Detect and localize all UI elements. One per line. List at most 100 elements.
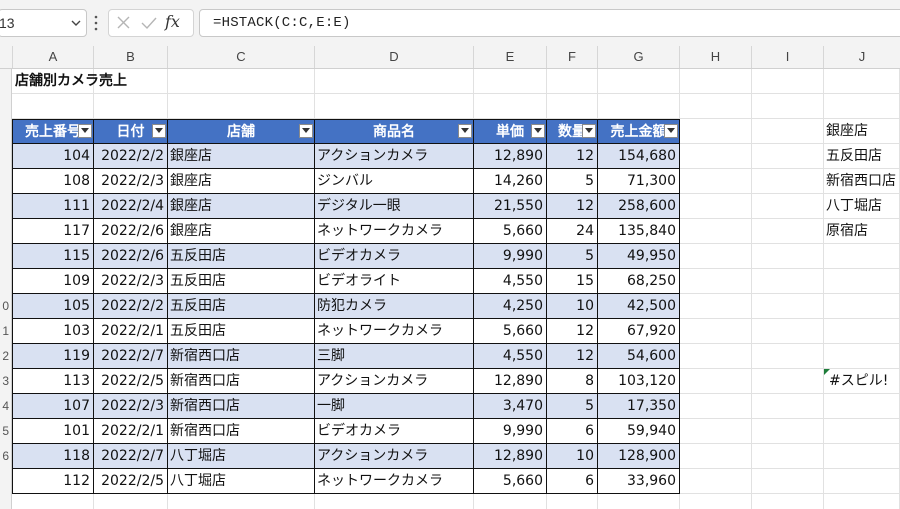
cell-sales-id[interactable]: 108 [12,169,94,194]
cell-date[interactable]: 2022/2/3 [94,394,168,419]
cell-date[interactable]: 2022/2/1 [94,419,168,444]
row-header[interactable]: 4 [0,394,9,419]
cell-product[interactable]: 一脚 [315,394,474,419]
chevron-down-icon[interactable] [69,14,83,32]
formula-input[interactable]: =HSTACK(C:C,E:E) [199,9,900,37]
column-header-e[interactable]: E [474,46,547,68]
cell-store[interactable]: 五反田店 [168,244,315,269]
cell-quantity[interactable]: 24 [547,219,598,244]
row-header[interactable] [0,144,9,169]
row-header[interactable] [0,469,9,494]
column-header-h[interactable]: H [680,46,752,68]
cell-product[interactable]: ネットワークカメラ [315,219,474,244]
cell-sales-amount[interactable]: 17,350 [598,394,680,419]
cell-unit-price[interactable]: 12,890 [474,144,547,169]
filter-dropdown-button[interactable] [582,124,596,138]
cell-sales-id[interactable]: 111 [12,194,94,219]
cell-sales-id[interactable]: 104 [12,144,94,169]
cell-quantity[interactable]: 6 [547,419,598,444]
cell-store[interactable]: 新宿西口店 [168,369,315,394]
name-box[interactable]: 13 [0,9,87,37]
cell-quantity[interactable]: 8 [547,369,598,394]
cell-product[interactable]: ビデオカメラ [315,244,474,269]
cell-product[interactable]: ネットワークカメラ [315,319,474,344]
cell-sales-amount[interactable]: 49,950 [598,244,680,269]
cell-unit-price[interactable]: 5,660 [474,319,547,344]
cell-quantity[interactable]: 12 [547,319,598,344]
column-header-d[interactable]: D [315,46,474,68]
cell-store[interactable]: 五反田店 [168,269,315,294]
cell-date[interactable]: 2022/2/1 [94,319,168,344]
cell-sales-amount[interactable]: 103,120 [598,369,680,394]
cell-sales-amount[interactable]: 135,840 [598,219,680,244]
cell-store[interactable]: 銀座店 [168,194,315,219]
cell-sales-id[interactable]: 117 [12,219,94,244]
row-header[interactable] [0,69,9,94]
cell-sales-id[interactable]: 119 [12,344,94,369]
confirm-icon[interactable] [139,14,159,32]
cell-date[interactable]: 2022/2/7 [94,344,168,369]
cell-unit-price[interactable]: 21,550 [474,194,547,219]
cell-date[interactable]: 2022/2/5 [94,369,168,394]
cell-unit-price[interactable]: 5,660 [474,219,547,244]
spill-error-cell[interactable]: #スピル! [829,369,888,394]
row-header[interactable] [0,194,9,219]
cell-date[interactable]: 2022/2/6 [94,244,168,269]
cell-date[interactable]: 2022/2/2 [94,294,168,319]
cell-sales-amount[interactable]: 154,680 [598,144,680,169]
cell-product[interactable]: ネットワークカメラ [315,469,474,494]
filter-dropdown-button[interactable] [664,124,678,138]
row-header[interactable] [0,94,9,119]
cell-product[interactable]: ジンバル [315,169,474,194]
cell-date[interactable]: 2022/2/7 [94,444,168,469]
cell-unit-price[interactable]: 12,890 [474,444,547,469]
cell-sales-amount[interactable]: 68,250 [598,269,680,294]
row-header[interactable]: 0 [0,294,9,319]
column-header-c[interactable]: C [168,46,315,68]
cell-store[interactable]: 八丁堀店 [168,469,315,494]
cell-product[interactable]: アクションカメラ [315,444,474,469]
cell-sales-amount[interactable]: 59,940 [598,419,680,444]
row-header[interactable] [0,244,9,269]
cell-product[interactable]: 三脚 [315,344,474,369]
cell-store[interactable]: 新宿西口店 [168,344,315,369]
cell-unit-price[interactable]: 4,550 [474,344,547,369]
cell-sales-amount[interactable]: 42,500 [598,294,680,319]
cell-date[interactable]: 2022/2/4 [94,194,168,219]
cell-unit-price[interactable]: 12,890 [474,369,547,394]
filter-dropdown-button[interactable] [531,124,545,138]
cell-store[interactable]: 五反田店 [168,294,315,319]
more-options-icon[interactable] [93,13,99,33]
row-header[interactable] [0,169,9,194]
insert-function-button[interactable]: fx [165,12,189,31]
cell-quantity[interactable]: 10 [547,294,598,319]
cell-date[interactable]: 2022/2/3 [94,269,168,294]
store-list-cell[interactable]: 原宿店 [826,219,868,244]
row-header[interactable] [0,119,9,144]
cell-sales-amount[interactable]: 128,900 [598,444,680,469]
cell-product[interactable]: デジタル一眼 [315,194,474,219]
cell-sales-id[interactable]: 101 [12,419,94,444]
row-header[interactable] [0,219,9,244]
cell-unit-price[interactable]: 4,550 [474,269,547,294]
cell-product[interactable]: 防犯カメラ [315,294,474,319]
store-list-cell[interactable]: 五反田店 [826,144,882,169]
store-list-cell[interactable]: 銀座店 [826,119,868,144]
column-header-f[interactable]: F [547,46,598,68]
store-list-cell[interactable]: 新宿西口店 [826,169,896,194]
cell-sales-amount[interactable]: 54,600 [598,344,680,369]
cell-sales-id[interactable]: 107 [12,394,94,419]
column-header-i[interactable]: I [752,46,824,68]
cell-store[interactable]: 新宿西口店 [168,394,315,419]
cell-sales-id[interactable]: 109 [12,269,94,294]
row-header[interactable]: 5 [0,419,9,444]
filter-dropdown-button[interactable] [458,124,472,138]
row-header[interactable]: 3 [0,369,9,394]
cell-quantity[interactable]: 5 [547,394,598,419]
cell-unit-price[interactable]: 3,470 [474,394,547,419]
row-header[interactable]: 2 [0,344,9,369]
cell-date[interactable]: 2022/2/3 [94,169,168,194]
column-header-b[interactable]: B [94,46,168,68]
filter-dropdown-button[interactable] [152,124,166,138]
column-header-g[interactable]: G [598,46,680,68]
